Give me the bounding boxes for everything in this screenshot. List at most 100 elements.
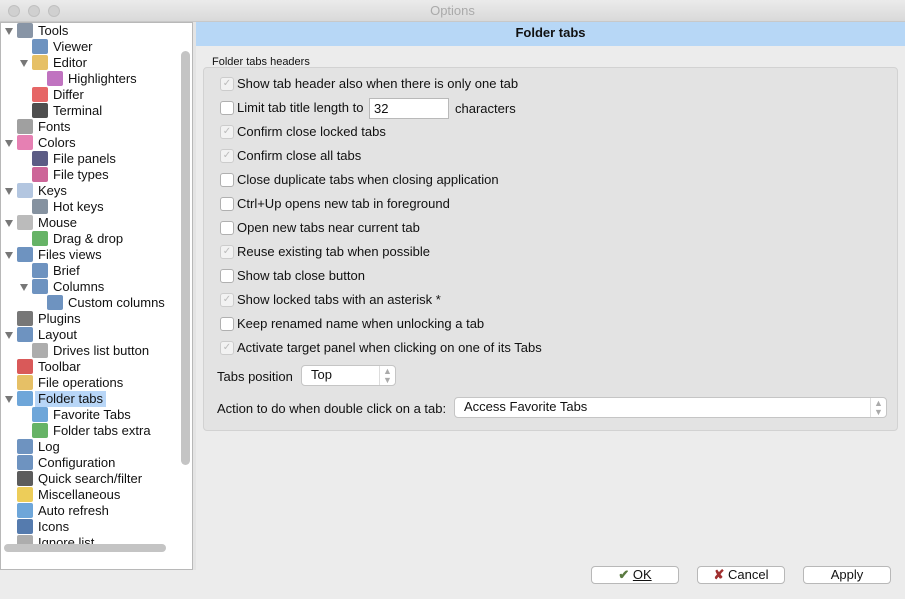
favorite-tabs-icon [32, 407, 48, 422]
window-title: Options [430, 3, 475, 18]
tree-item-label: Terminal [53, 103, 103, 118]
expand-triangle-icon[interactable] [5, 140, 13, 147]
drag-drop-icon [32, 231, 48, 246]
expand-triangle-icon[interactable] [20, 60, 28, 67]
tree-item-label: Miscellaneous [38, 487, 121, 502]
expand-triangle-icon[interactable] [5, 396, 13, 403]
tree-item-file-operations[interactable]: File operations [1, 375, 179, 391]
file-types-icon [32, 167, 48, 182]
checkbox-box[interactable] [220, 317, 234, 331]
tree-item-label: File types [53, 167, 109, 182]
tools-icon [17, 23, 33, 38]
checkbox-box[interactable]: ✓ [220, 125, 234, 139]
tree-item-hot-keys[interactable]: Hot keys [1, 199, 179, 215]
splitter[interactable] [193, 22, 196, 570]
mouse-icon [17, 215, 33, 230]
tree-item-plugins[interactable]: Plugins [1, 311, 179, 327]
tree-item-file-types[interactable]: File types [1, 167, 179, 183]
tree-item-editor[interactable]: Editor [1, 55, 179, 71]
ok-button[interactable]: ✔ OK [591, 566, 679, 584]
tree-item-folder-tabs-extra[interactable]: Folder tabs extra [1, 423, 179, 439]
tree-item-label: Drag & drop [53, 231, 124, 246]
checkbox-box[interactable] [220, 221, 234, 235]
tree-item-files-views[interactable]: Files views [1, 247, 179, 263]
tree-item-differ[interactable]: Differ [1, 87, 179, 103]
tree-item-custom-columns[interactable]: Custom columns [1, 295, 179, 311]
checkbox-box[interactable]: ✓ [220, 245, 234, 259]
tree-item-auto-refresh[interactable]: Auto refresh [1, 503, 179, 519]
differ-icon [32, 87, 48, 102]
tree-item-brief[interactable]: Brief [1, 263, 179, 279]
expand-triangle-icon[interactable] [20, 284, 28, 291]
tree-item-miscellaneous[interactable]: Miscellaneous [1, 487, 179, 503]
tree-item-label: Viewer [53, 39, 93, 54]
checkbox-label: Confirm close all tabs [237, 148, 362, 163]
tree-item-colors[interactable]: Colors [1, 135, 179, 151]
configuration-icon [17, 455, 33, 470]
options-tree[interactable]: Ignore list Icons Auto refresh Miscellaneou… [0, 22, 193, 570]
cancel-button[interactable]: ✘ Cancel [697, 566, 785, 584]
minimize-window-button[interactable] [28, 5, 40, 17]
tree-item-tools[interactable]: Tools [1, 23, 179, 39]
checkbox-box[interactable] [220, 197, 234, 211]
tree-item-label: Colors [38, 135, 76, 150]
checkbox-box[interactable] [220, 269, 234, 283]
tree-item-highlighters[interactable]: Highlighters [1, 71, 179, 87]
tree-item-viewer[interactable]: Viewer [1, 39, 179, 55]
checkbox-box[interactable] [220, 173, 234, 187]
expand-triangle-icon[interactable] [5, 220, 13, 227]
title-bar: Options [0, 0, 905, 22]
tree-item-mouse[interactable]: Mouse [1, 215, 179, 231]
expand-triangle-icon[interactable] [5, 252, 13, 259]
tree-item-layout[interactable]: Layout [1, 327, 179, 343]
checkbox-box[interactable]: ✓ [220, 293, 234, 307]
zoom-window-button[interactable] [48, 5, 60, 17]
file-panels-icon [32, 151, 48, 166]
tree-item-log[interactable]: Log [1, 439, 179, 455]
close-window-button[interactable] [8, 5, 20, 17]
terminal-icon [32, 103, 48, 118]
files-views-icon [17, 247, 33, 262]
tree-item-label: Configuration [38, 455, 116, 470]
tree-item-label: Plugins [38, 311, 81, 326]
tree-item-keys[interactable]: Keys [1, 183, 179, 199]
tree-item-fonts[interactable]: Fonts [1, 119, 179, 135]
tree-item-label: File operations [38, 375, 124, 390]
tree-item-label: Tools [38, 23, 69, 38]
tree-item-label: Folder tabs extra [53, 423, 151, 438]
tree-item-folder-tabs[interactable]: Folder tabs [1, 391, 179, 407]
checkbox-box[interactable]: ✓ [220, 341, 234, 355]
checkbox-box[interactable] [220, 101, 234, 115]
chevron-updown-icon: ▲ ▼ [870, 398, 886, 417]
tree-vertical-scrollbar[interactable] [181, 51, 190, 465]
tree-item-drag-drop[interactable]: Drag & drop [1, 231, 179, 247]
tree-item-terminal[interactable]: Terminal [1, 103, 179, 119]
double-click-action-value: Access Favorite Tabs [464, 399, 588, 414]
tree-item-columns[interactable]: Columns [1, 279, 179, 295]
checkbox-box[interactable]: ✓ [220, 77, 234, 91]
tabs-position-select[interactable]: Top ▲ ▼ [301, 365, 396, 386]
layout-icon [17, 327, 33, 342]
expand-triangle-icon[interactable] [5, 188, 13, 195]
keyboard-icon [17, 183, 33, 198]
expand-triangle-icon[interactable] [5, 332, 13, 339]
tree-item-drives-list-button[interactable]: Drives list button [1, 343, 179, 359]
tab-title-length-input[interactable]: 32 [369, 98, 449, 119]
checkmark-icon: ✔ [618, 567, 630, 582]
tree-item-toolbar[interactable]: Toolbar [1, 359, 179, 375]
tree-item-icons[interactable]: Icons [1, 519, 179, 535]
apply-button[interactable]: Apply [803, 566, 891, 584]
icons-icon [17, 519, 33, 534]
expand-triangle-icon[interactable] [5, 28, 13, 35]
checkbox-label: Keep renamed name when unlocking a tab [237, 316, 485, 331]
tree-item-favorite-tabs[interactable]: Favorite Tabs [1, 407, 179, 423]
tree-horizontal-scrollbar[interactable] [4, 544, 166, 552]
tree-item-label: Brief [53, 263, 80, 278]
tree-item-label: Mouse [38, 215, 78, 230]
checkbox-label: Close duplicate tabs when closing applic… [237, 172, 499, 187]
tree-item-file-panels[interactable]: File panels [1, 151, 179, 167]
double-click-action-select[interactable]: Access Favorite Tabs ▲ ▼ [454, 397, 887, 418]
tree-item-quick-search-filter[interactable]: Quick search/filter [1, 471, 179, 487]
tree-item-configuration[interactable]: Configuration [1, 455, 179, 471]
checkbox-box[interactable]: ✓ [220, 149, 234, 163]
